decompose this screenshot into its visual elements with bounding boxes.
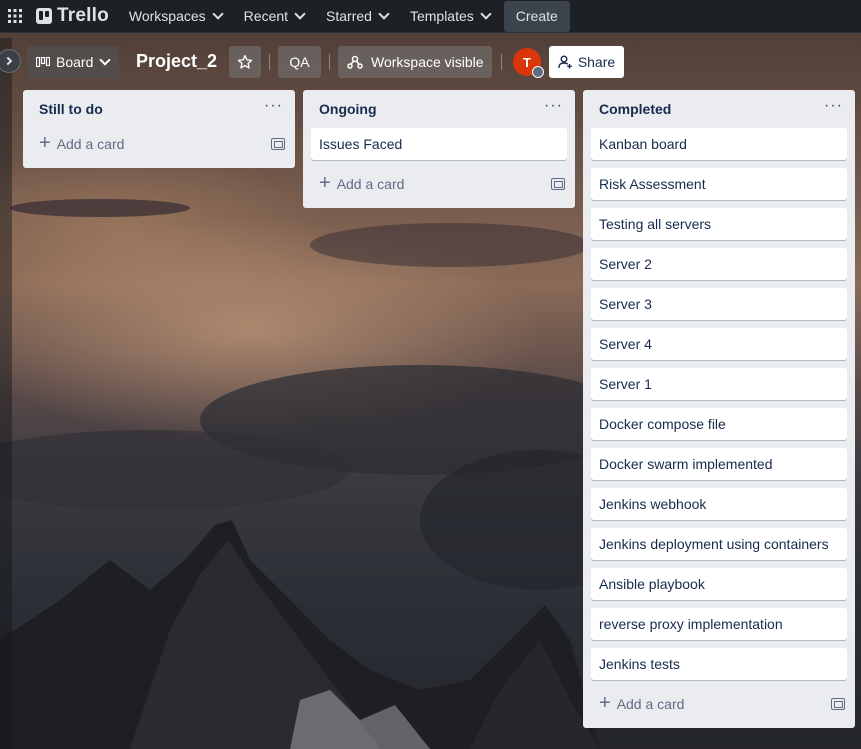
card[interactable]: Issues Faced <box>311 128 567 160</box>
add-card-label: Add a card <box>336 176 405 192</box>
add-card-row: + Add a card <box>303 168 575 200</box>
list-header: Still to do ··· <box>23 90 295 128</box>
add-card-label: Add a card <box>56 136 125 152</box>
list-menu-icon[interactable]: ··· <box>264 98 283 114</box>
share-label: Share <box>577 54 616 70</box>
list-title[interactable]: Completed <box>599 101 671 117</box>
header-divider <box>269 54 270 70</box>
nav-recent-label: Recent <box>243 8 289 24</box>
nav-templates[interactable]: Templates <box>402 0 498 33</box>
add-card-row: + Add a card <box>23 128 295 160</box>
card[interactable]: Ansible playbook <box>591 568 847 600</box>
header-divider <box>329 54 330 70</box>
card[interactable]: Server 2 <box>591 248 847 280</box>
card[interactable]: Jenkins tests <box>591 648 847 680</box>
board-title[interactable]: Project_2 <box>136 51 217 72</box>
board-view-switcher[interactable]: Board <box>27 46 119 78</box>
card[interactable]: Docker swarm implemented <box>591 448 847 480</box>
chevron-down-icon <box>294 8 306 20</box>
add-card-row: + Add a card <box>583 688 855 720</box>
member-avatar[interactable]: T <box>513 48 544 78</box>
list-header: Ongoing ··· <box>303 90 575 128</box>
card[interactable]: Kanban board <box>591 128 847 160</box>
logo-text: Trello <box>57 5 109 26</box>
nav-templates-label: Templates <box>409 8 474 24</box>
trello-logo[interactable]: Trello <box>36 5 109 27</box>
card[interactable]: Server 3 <box>591 288 847 320</box>
card-template-icon[interactable] <box>271 138 285 150</box>
admin-badge-icon <box>532 66 544 78</box>
add-member-icon <box>558 55 572 69</box>
plus-icon: + <box>319 172 331 194</box>
star-icon <box>237 55 253 69</box>
nav-starred-label: Starred <box>326 8 372 24</box>
share-button[interactable]: Share <box>549 46 624 78</box>
card-template-icon[interactable] <box>551 178 565 190</box>
card[interactable]: Risk Assessment <box>591 168 847 200</box>
avatar-initial: T <box>523 54 531 70</box>
nav-workspaces[interactable]: Workspaces <box>121 0 230 33</box>
plus-icon: + <box>39 132 51 154</box>
card[interactable]: Jenkins deployment using containers <box>591 528 847 560</box>
add-card-button[interactable]: + Add a card <box>319 172 405 194</box>
list-title[interactable]: Still to do <box>39 101 103 117</box>
chevron-down-icon <box>99 54 112 66</box>
app-switcher-icon[interactable] <box>0 0 30 33</box>
card[interactable]: Docker compose file <box>591 408 847 440</box>
add-card-button[interactable]: + Add a card <box>599 692 685 714</box>
header-divider <box>501 54 502 70</box>
chevron-down-icon <box>480 8 492 20</box>
sidebar-collapsed <box>0 38 12 749</box>
visibility-button[interactable]: Workspace visible <box>338 46 492 78</box>
nav-recent[interactable]: Recent <box>236 0 312 33</box>
list-ongoing: Ongoing ··· Issues Faced + Add a card <box>303 90 575 208</box>
nav-workspaces-label: Workspaces <box>128 8 206 24</box>
card-template-icon[interactable] <box>831 698 845 710</box>
visibility-label: Workspace visible <box>371 54 484 70</box>
create-button[interactable]: Create <box>503 0 570 32</box>
top-nav: Trello Workspaces Recent Starred Templat… <box>0 0 861 33</box>
list-completed: Completed ··· Kanban board Risk Assessme… <box>583 90 855 728</box>
chevron-down-icon <box>378 8 390 20</box>
board-view-label: Board <box>56 54 94 70</box>
chevron-down-icon <box>212 8 224 20</box>
card[interactable]: Jenkins webhook <box>591 488 847 520</box>
card[interactable]: Testing all servers <box>591 208 847 240</box>
list-menu-icon[interactable]: ··· <box>824 98 843 114</box>
list-header: Completed ··· <box>583 90 855 128</box>
card[interactable]: Server 1 <box>591 368 847 400</box>
workspace-button[interactable]: QA <box>278 46 321 78</box>
card[interactable]: reverse proxy implementation <box>591 608 847 640</box>
nav-starred[interactable]: Starred <box>318 0 396 33</box>
list-menu-icon[interactable]: ··· <box>544 98 563 114</box>
add-card-button[interactable]: + Add a card <box>39 132 125 154</box>
board-view-icon <box>36 57 50 67</box>
list-title[interactable]: Ongoing <box>319 101 377 117</box>
trello-logo-icon <box>36 8 52 24</box>
workspace-visible-icon <box>347 55 363 69</box>
plus-icon: + <box>599 692 611 714</box>
list-still-to-do: Still to do ··· + Add a card <box>23 90 295 168</box>
card[interactable]: Server 4 <box>591 328 847 360</box>
add-card-label: Add a card <box>616 696 685 712</box>
chevron-right-icon <box>3 56 13 66</box>
star-board-button[interactable] <box>229 46 261 78</box>
